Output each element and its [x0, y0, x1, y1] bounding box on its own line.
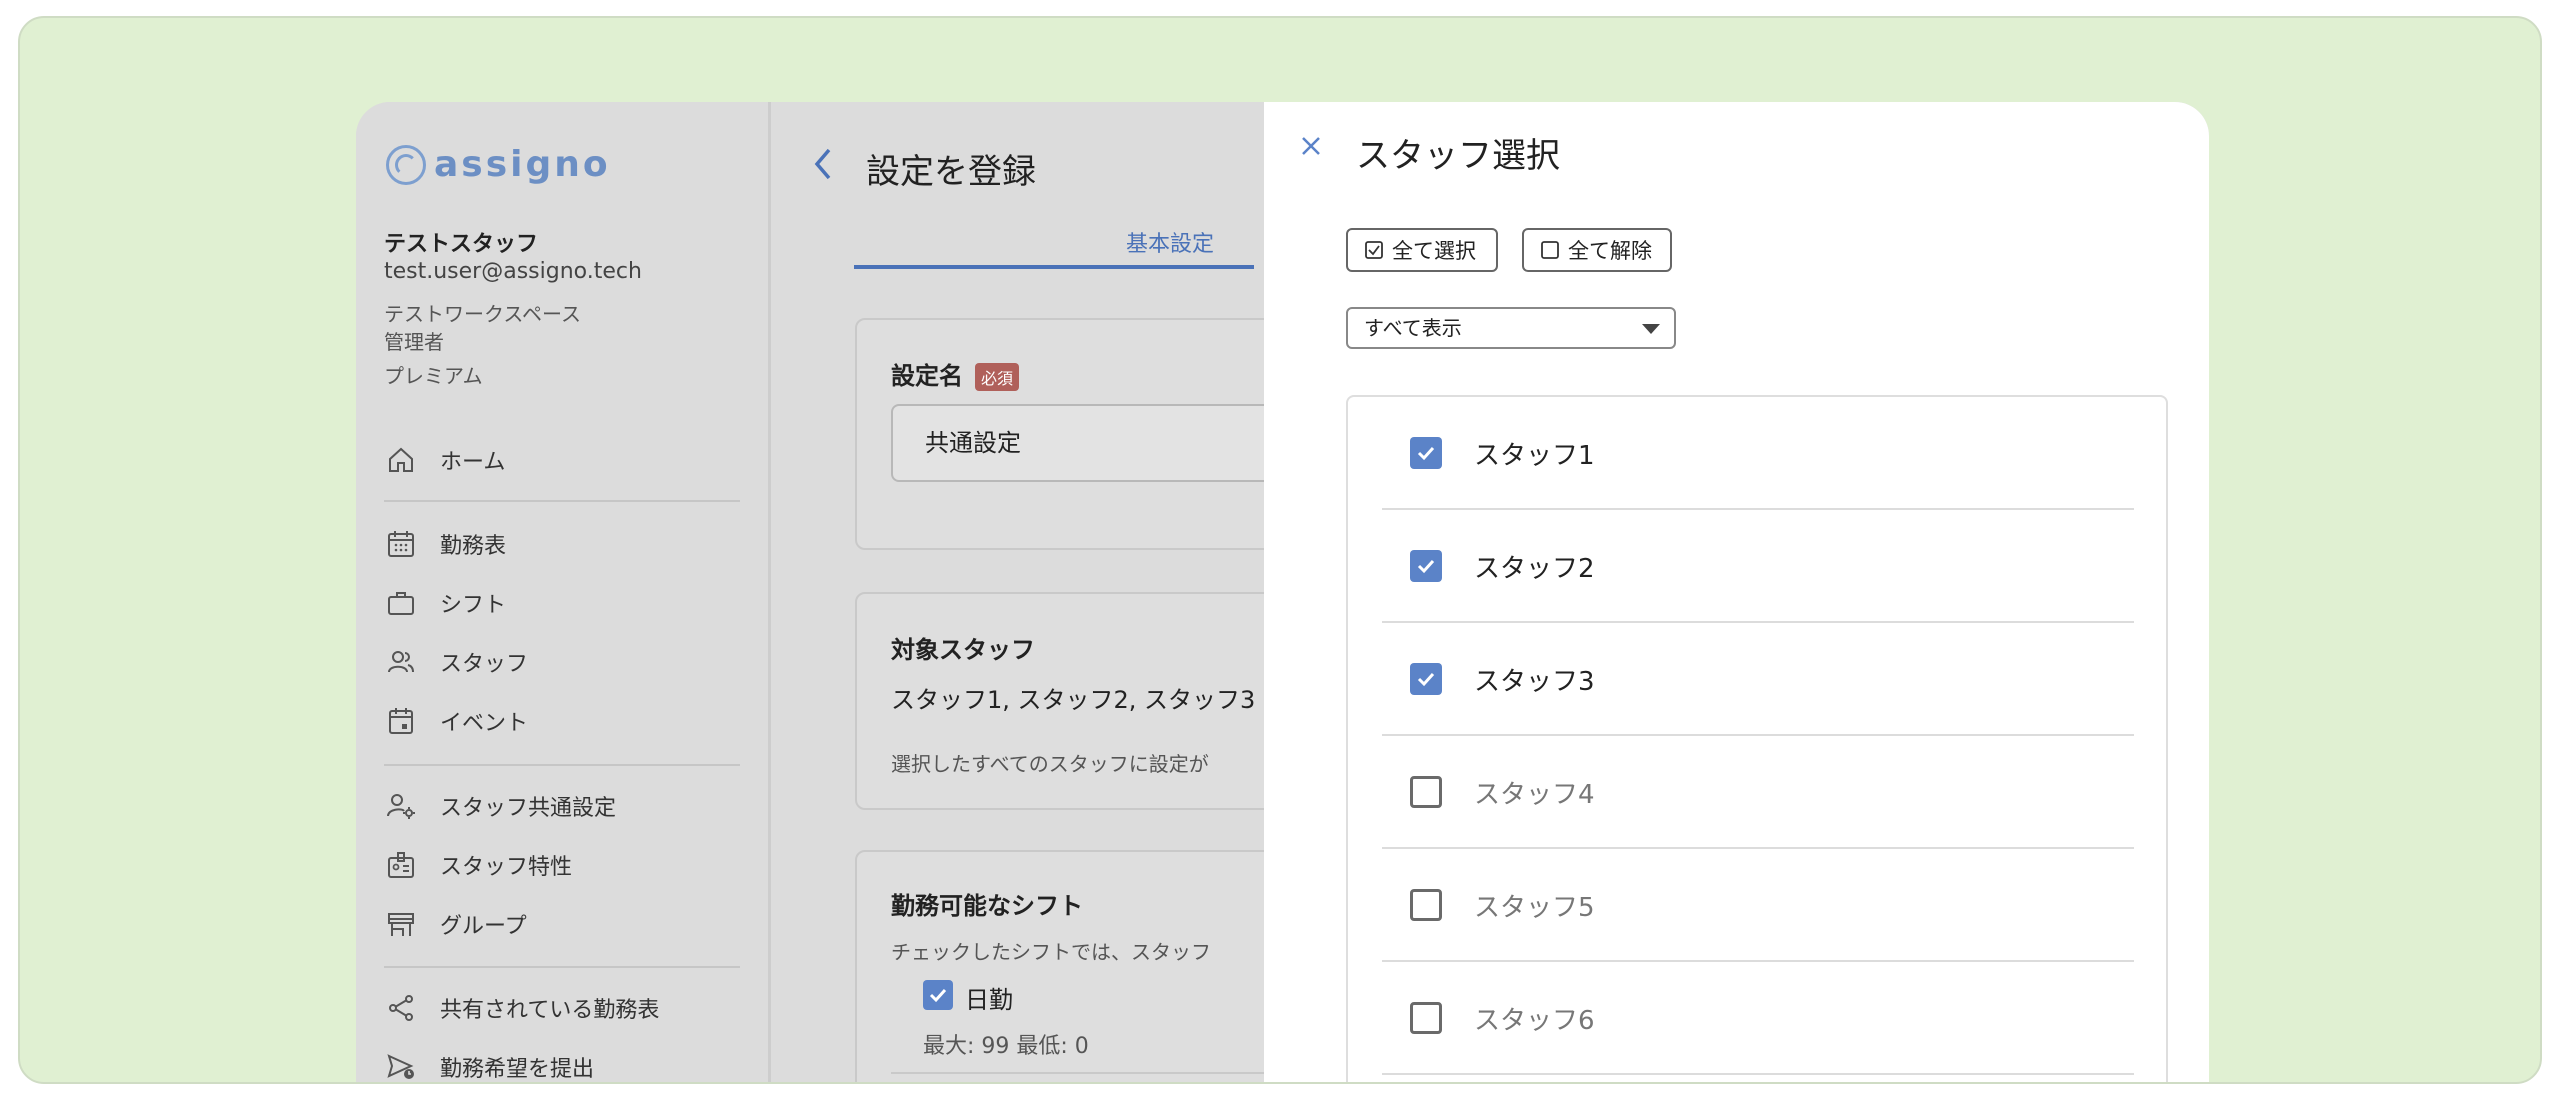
shift-day-limits: 最大: 99 最低: 0	[923, 1034, 1089, 1059]
divider	[384, 764, 740, 766]
checkbox-empty-icon	[1541, 241, 1559, 259]
id-badge-icon	[384, 848, 418, 882]
list-item[interactable]: スタッフ1	[1382, 397, 2134, 510]
staff-label: スタッフ4	[1474, 780, 1595, 810]
sidebar-item-label: スタッフ特性	[440, 855, 573, 880]
staff-list: スタッフ1 スタッフ2 スタッフ3 スタッフ4 スタッフ5 スタッフ6	[1346, 395, 2168, 1082]
available-shift-card: 勤務可能なシフト チェックしたシフトでは、スタッフ 日勤 最大: 99 最低: …	[855, 850, 1277, 1082]
sidebar-item-event[interactable]: イベント	[384, 699, 528, 743]
users-icon	[384, 645, 418, 679]
staff-label: スタッフ6	[1474, 1006, 1595, 1036]
setting-name-card: 設定名 必須 共通設定	[855, 318, 1311, 550]
target-staff-value: スタッフ1, スタッフ2, スタッフ3	[891, 686, 1256, 714]
sidebar-item-label: スタッフ共通設定	[440, 796, 617, 821]
deselect-all-label: 全て解除	[1568, 239, 1652, 263]
user-name: テストスタッフ	[384, 232, 539, 257]
share-icon	[384, 991, 418, 1025]
user-email: test.user@assigno.tech	[384, 259, 642, 284]
calendar-grid-icon	[384, 527, 418, 561]
available-shift-label: 勤務可能なシフト	[891, 892, 1083, 920]
filter-select-value: すべて表示	[1364, 316, 1462, 340]
send-clock-icon	[384, 1050, 418, 1082]
briefcase-icon	[384, 586, 418, 620]
sidebar-item-label: グループ	[440, 914, 527, 939]
shift-day-label: 日勤	[965, 986, 1013, 1014]
tab-basic-settings[interactable]: 基本設定	[1126, 226, 1214, 258]
sidebar-item-label: 勤務表	[440, 534, 507, 559]
sidebar-item-label: スタッフ	[440, 652, 529, 677]
logo-text: assigno	[434, 144, 611, 185]
sidebar-item-shift[interactable]: シフト	[384, 581, 506, 625]
target-staff-label: 対象スタッフ	[891, 636, 1035, 664]
app-window: assigno テストスタッフ test.user@assigno.tech テ…	[356, 102, 2209, 1082]
select-all-label: 全て選択	[1392, 239, 1476, 263]
sidebar-item-staff-traits[interactable]: スタッフ特性	[384, 843, 572, 887]
select-all-button[interactable]: 全て選択	[1346, 228, 1498, 272]
divider	[891, 1072, 1277, 1074]
tab-indicator	[854, 265, 1254, 269]
store-icon	[384, 907, 418, 941]
calendar-event-icon	[384, 704, 418, 738]
list-item[interactable]: スタッフ5	[1382, 849, 2134, 962]
sidebar-item-staff[interactable]: スタッフ	[384, 640, 528, 684]
chevron-left-icon[interactable]	[811, 146, 835, 192]
sidebar-item-label: ホーム	[440, 450, 506, 475]
close-icon[interactable]	[1300, 130, 1322, 165]
required-badge: 必須	[975, 363, 1020, 391]
sidebar-item-label: 共有されている勤務表	[440, 998, 660, 1023]
sidebar-item-group[interactable]: グループ	[384, 902, 527, 946]
setting-name-label: 設定名 必須	[891, 356, 1020, 391]
caret-down-icon	[1642, 324, 1660, 334]
available-shift-note: チェックしたシフトでは、スタッフ	[891, 940, 1211, 964]
staff-checkbox[interactable]	[1410, 1002, 1442, 1034]
divider	[384, 500, 740, 502]
sidebar-item-shared-schedule[interactable]: 共有されている勤務表	[384, 986, 659, 1030]
workspace-name: テストワークスペース	[384, 302, 581, 326]
home-icon	[384, 443, 418, 477]
setting-name-input[interactable]: 共通設定	[891, 404, 1311, 482]
sidebar-item-staff-common[interactable]: スタッフ共通設定	[384, 784, 616, 828]
staff-label: スタッフ1	[1474, 441, 1595, 471]
shift-day-checkbox[interactable]	[923, 980, 953, 1010]
target-staff-card: 対象スタッフ スタッフ1, スタッフ2, スタッフ3 選択したすべてのスタッフに…	[855, 592, 1275, 810]
list-item[interactable]: スタッフ3	[1382, 623, 2134, 736]
list-item[interactable]: スタッフ6	[1382, 962, 2134, 1075]
sidebar-item-submit-request[interactable]: 勤務希望を提出	[384, 1045, 595, 1082]
list-item[interactable]: スタッフ2	[1382, 510, 2134, 623]
filter-select[interactable]: すべて表示	[1346, 307, 1676, 349]
logo-mark-icon	[386, 144, 426, 185]
divider	[384, 966, 740, 968]
workspace-role: 管理者	[384, 330, 444, 354]
target-staff-note: 選択したすべてのスタッフに設定が	[891, 752, 1209, 776]
deselect-all-button[interactable]: 全て解除	[1522, 228, 1672, 272]
staff-checkbox[interactable]	[1410, 437, 1442, 469]
logo[interactable]: assigno	[386, 144, 611, 185]
sidebar-item-label: イベント	[440, 711, 529, 736]
plan-label: プレミアム	[384, 364, 483, 388]
staff-label: スタッフ2	[1474, 554, 1595, 584]
staff-checkbox[interactable]	[1410, 663, 1442, 695]
staff-select-panel: スタッフ選択 全て選択 全て解除 すべて表示 スタッフ1 スタッフ2 スタッフ3…	[1264, 102, 2209, 1082]
sidebar-item-label: 勤務希望を提出	[440, 1057, 595, 1082]
page-background: assigno テストスタッフ test.user@assigno.tech テ…	[18, 16, 2542, 1084]
staff-checkbox[interactable]	[1410, 550, 1442, 582]
staff-checkbox[interactable]	[1410, 889, 1442, 921]
staff-label: スタッフ5	[1474, 893, 1595, 923]
checkbox-checked-icon	[1365, 241, 1383, 259]
sidebar-item-label: シフト	[440, 593, 507, 618]
sidebar: assigno テストスタッフ test.user@assigno.tech テ…	[356, 102, 771, 1082]
user-settings-icon	[384, 789, 418, 823]
sidebar-item-schedule[interactable]: 勤務表	[384, 522, 506, 566]
staff-label: スタッフ3	[1474, 667, 1595, 697]
page-title: 設定を登録	[866, 152, 1036, 192]
setting-name-label-text: 設定名	[891, 362, 963, 390]
panel-title: スタッフ選択	[1356, 136, 1560, 176]
list-item[interactable]: スタッフ4	[1382, 736, 2134, 849]
staff-checkbox[interactable]	[1410, 776, 1442, 808]
sidebar-item-home[interactable]: ホーム	[384, 438, 505, 482]
